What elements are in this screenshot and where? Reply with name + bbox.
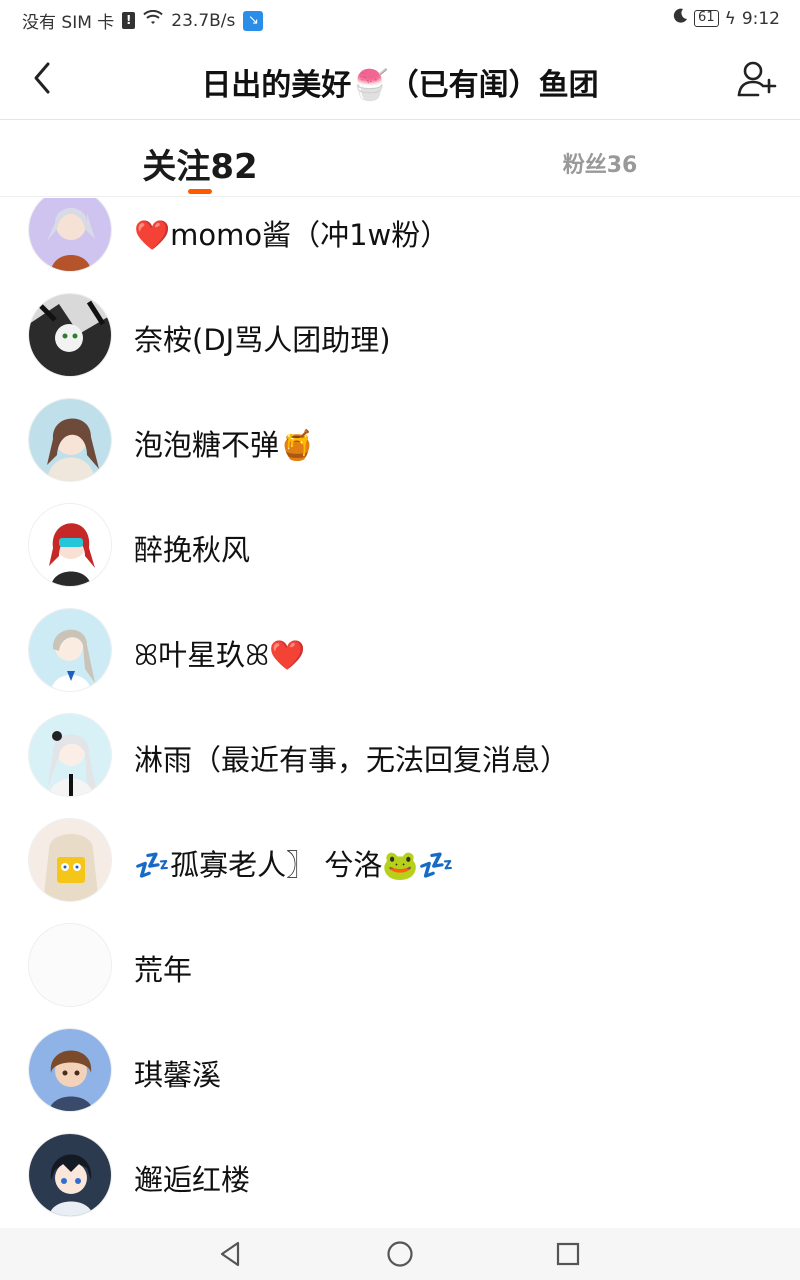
user-name: 邂逅红楼 [134, 1163, 251, 1197]
avatar[interactable] [28, 503, 112, 587]
active-tab-indicator [188, 189, 212, 194]
heart-icon: ❤️ [269, 638, 306, 672]
user-name: 奈桉(DJ骂人团助理) [134, 323, 391, 357]
add-user-icon [737, 61, 777, 97]
net-speed-text: 23.7B/s [171, 10, 236, 31]
circle-home-icon [387, 1241, 413, 1267]
user-name: ❤️momo酱（冲1w粉） [134, 218, 450, 252]
avatar[interactable] [28, 398, 112, 482]
user-name: 醉挽秋风 [134, 533, 251, 567]
header: 日出的美好🍧（已有闺）鱼团 [0, 40, 800, 120]
list-item[interactable]: 邂逅红楼 [0, 1123, 800, 1228]
back-button[interactable] [26, 58, 62, 98]
list-item[interactable]: 泡泡糖不弹🍯 [0, 388, 800, 493]
nav-recents-button[interactable] [552, 1238, 584, 1270]
avatar[interactable] [28, 713, 112, 797]
list-item[interactable]: ꕤ叶星玖ꕤ❤️ [0, 598, 800, 703]
user-name: 荒年 [134, 953, 193, 987]
charging-icon: ϟ [724, 8, 736, 29]
download-icon: ↘ [243, 10, 264, 31]
avatar[interactable] [28, 608, 112, 692]
avatar[interactable] [28, 818, 112, 902]
status-bar: 没有 SIM 卡 ! 23.7B/s ↘ 61 ϟ 9:12 [0, 0, 800, 40]
sim-alert-icon: ! [122, 12, 136, 29]
user-name: ꕤ叶星玖ꕤ❤️ [134, 638, 306, 672]
avatar[interactable] [28, 1133, 112, 1217]
page-title: 日出的美好🍧（已有闺）鱼团 [201, 68, 599, 103]
square-recents-icon [556, 1242, 580, 1266]
user-name: 💤孤寡老人〗 兮洛🐸💤 [134, 848, 455, 882]
battery-level: 61 [694, 10, 719, 27]
add-friend-button[interactable] [736, 58, 778, 100]
avatar[interactable] [28, 923, 112, 1007]
list-item[interactable]: 奈桉(DJ骂人团助理) [0, 283, 800, 388]
triangle-back-icon [220, 1241, 240, 1267]
chevron-left-icon [34, 62, 50, 94]
tab-fans[interactable]: 粉丝36 [500, 121, 700, 197]
list-item[interactable]: 💤孤寡老人〗 兮洛🐸💤 [0, 808, 800, 913]
tab-bar: 关注82 粉丝36 [0, 121, 800, 197]
clock-text: 9:12 [741, 8, 780, 29]
avatar[interactable] [28, 198, 112, 272]
moon-icon [672, 8, 688, 29]
list-item[interactable]: 淋雨（最近有事，无法回复消息） [0, 703, 800, 808]
following-list: ❤️momo酱（冲1w粉） 奈桉(DJ骂人团助理) 泡泡糖不弹🍯 醉挽秋风 ꕤ叶… [0, 198, 800, 1228]
avatar[interactable] [28, 293, 112, 377]
user-name: 琪馨溪 [134, 1058, 222, 1092]
system-nav-bar [0, 1228, 800, 1280]
list-item[interactable]: 琪馨溪 [0, 1018, 800, 1123]
tab-following-label: 关注82 [142, 147, 258, 187]
user-name: 泡泡糖不弹🍯 [134, 428, 316, 462]
tab-following[interactable]: 关注82 [100, 121, 300, 197]
list-item[interactable]: ❤️momo酱（冲1w粉） [0, 198, 800, 283]
list-item[interactable]: 醉挽秋风 [0, 493, 800, 598]
avatar[interactable] [28, 1028, 112, 1112]
wifi-icon [143, 9, 163, 31]
nav-back-button[interactable] [214, 1238, 246, 1270]
list-item[interactable]: 荒年 [0, 913, 800, 1018]
tab-fans-label: 粉丝36 [562, 153, 638, 178]
user-name: 淋雨（最近有事，无法回复消息） [134, 743, 570, 777]
carrier-text: 没有 SIM 卡 [22, 13, 115, 33]
heart-icon: ❤️ [134, 218, 171, 252]
nav-home-button[interactable] [384, 1238, 416, 1270]
